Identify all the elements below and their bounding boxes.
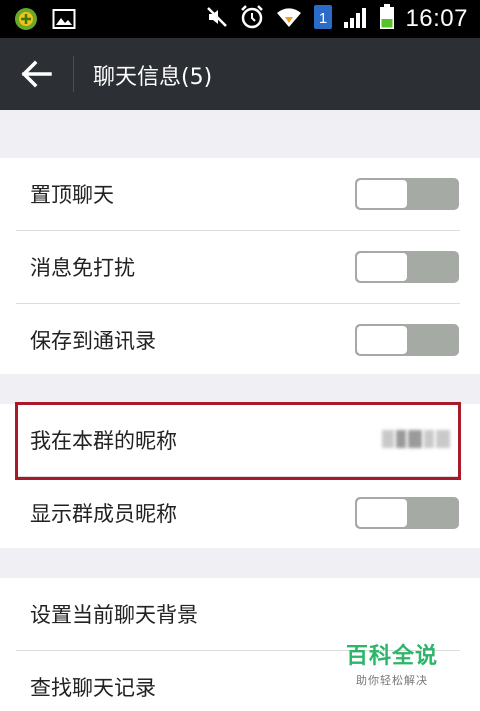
signal-icon — [343, 5, 369, 33]
toggle-knob — [357, 253, 407, 281]
top-gap — [0, 110, 480, 128]
watermark-subtitle: 助你轻松解决 — [355, 674, 428, 687]
sim-icon: 1 — [313, 4, 333, 34]
page-title: 聊天信息(5) — [93, 65, 213, 90]
my-group-nickname-label: 我在本群的昵称 — [30, 429, 177, 453]
action-bar-divider — [73, 56, 74, 92]
toggle-knob — [357, 180, 407, 208]
alarm-icon — [239, 4, 265, 34]
screen: 1 16:07 聊天信息(5) 置顶聊天 消息免打扰 保存到通讯录 我在本群的昵… — [0, 0, 480, 711]
arrow-left-icon — [21, 60, 52, 88]
sim-badge: 1 — [319, 10, 327, 27]
my-group-nickname-row[interactable]: 我在本群的昵称 — [0, 404, 480, 476]
show-member-nicknames-row[interactable]: 显示群成员昵称 — [0, 477, 480, 549]
toggle-knob — [357, 499, 407, 527]
save-to-contacts-toggle[interactable] — [355, 324, 459, 356]
blur-block — [436, 430, 450, 448]
do-not-disturb-toggle[interactable] — [355, 251, 459, 283]
wifi-icon — [275, 5, 303, 33]
image-notification-icon — [52, 8, 76, 34]
section-chat-options: 置顶聊天 消息免打扰 保存到通讯录 — [0, 158, 480, 376]
blur-block — [382, 430, 394, 448]
top-gap-2 — [0, 128, 480, 158]
action-bar: 聊天信息(5) — [0, 38, 480, 110]
pin-chat-label: 置顶聊天 — [30, 183, 114, 207]
set-chat-background-label: 设置当前聊天背景 — [30, 603, 198, 627]
do-not-disturb-row[interactable]: 消息免打扰 — [0, 231, 480, 303]
save-to-contacts-row[interactable]: 保存到通讯录 — [0, 304, 480, 376]
do-not-disturb-label: 消息免打扰 — [30, 256, 135, 280]
mute-icon — [205, 5, 229, 33]
show-member-nicknames-label: 显示群成员昵称 — [30, 502, 177, 526]
toggle-knob — [357, 326, 407, 354]
battery-icon — [379, 4, 395, 34]
section-group-nickname: 我在本群的昵称 显示群成员昵称 — [0, 404, 480, 549]
watermark-title: 百科全说 — [345, 644, 438, 669]
clock: 16:07 — [405, 5, 468, 32]
section-gap — [0, 374, 480, 404]
app-notification-icon — [14, 7, 38, 35]
blur-block — [396, 430, 406, 448]
save-to-contacts-label: 保存到通讯录 — [30, 329, 156, 353]
nickname-value-blurred — [382, 430, 450, 448]
section-gap — [0, 548, 480, 578]
blur-block — [424, 430, 434, 448]
status-bar: 1 16:07 — [0, 0, 480, 38]
watermark: 百科全说 助你轻松解决 — [346, 638, 438, 688]
blur-block — [408, 430, 422, 448]
pin-chat-toggle[interactable] — [355, 178, 459, 210]
show-member-nicknames-toggle[interactable] — [355, 497, 459, 529]
pin-chat-row[interactable]: 置顶聊天 — [0, 158, 480, 230]
back-button[interactable] — [18, 56, 58, 92]
search-chat-history-label: 查找聊天记录 — [30, 676, 156, 700]
